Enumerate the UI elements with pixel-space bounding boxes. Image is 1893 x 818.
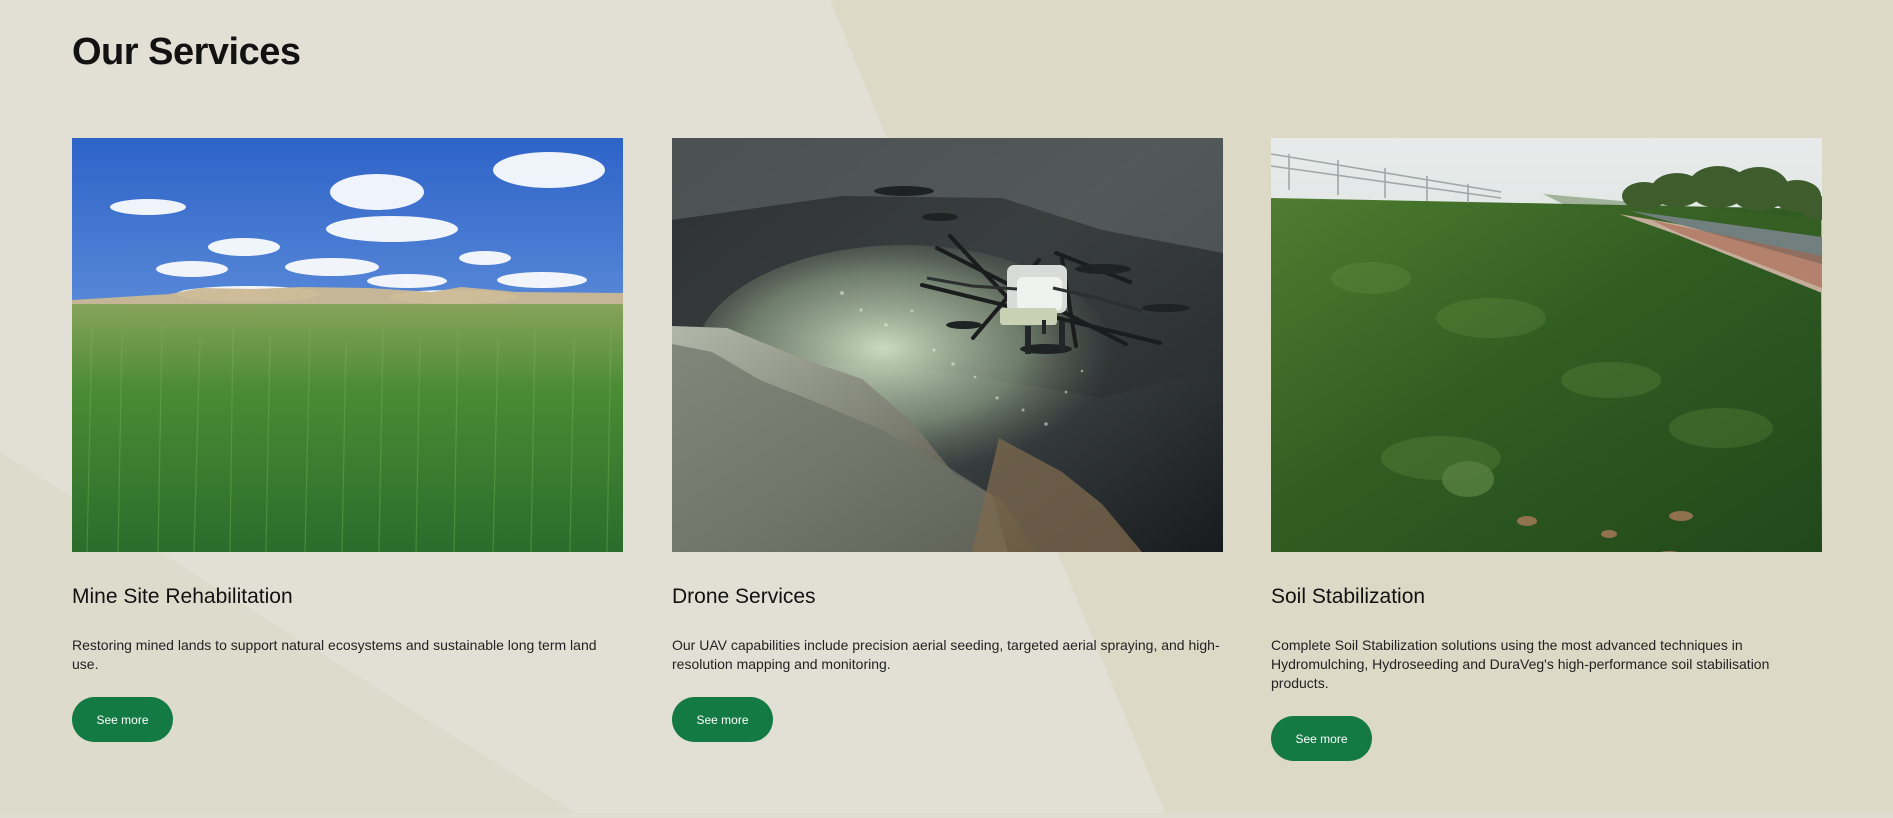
see-more-button[interactable]: See more	[672, 697, 773, 743]
service-card-mine-site: Mine Site Rehabilitation Restoring mined…	[72, 138, 623, 743]
see-more-button[interactable]: See more	[72, 697, 173, 743]
card-title: Drone Services	[672, 585, 816, 608]
card-title: Soil Stabilization	[1271, 585, 1426, 608]
grassland-landscape-image	[72, 138, 623, 552]
card-description: Complete Soil Stabilization solutions us…	[1271, 637, 1770, 692]
card-description: Restoring mined lands to support natural…	[72, 637, 597, 673]
service-card-drone: Drone Services Our UAV capabilities incl…	[672, 138, 1223, 743]
service-card-soil-stabilization: Soil Stabilization Complete Soil Stabili…	[1271, 138, 1822, 762]
drone-spraying-image	[672, 138, 1223, 552]
section-title: Our Services	[72, 31, 301, 73]
services-section: Our Services Mine Site Rehabilitation Re…	[0, 0, 1893, 813]
see-more-button[interactable]: See more	[1271, 716, 1372, 762]
soil-stabilization-slope-image	[1271, 138, 1822, 552]
card-description: Our UAV capabilities include precision a…	[672, 637, 1220, 673]
card-title: Mine Site Rehabilitation	[72, 585, 293, 608]
